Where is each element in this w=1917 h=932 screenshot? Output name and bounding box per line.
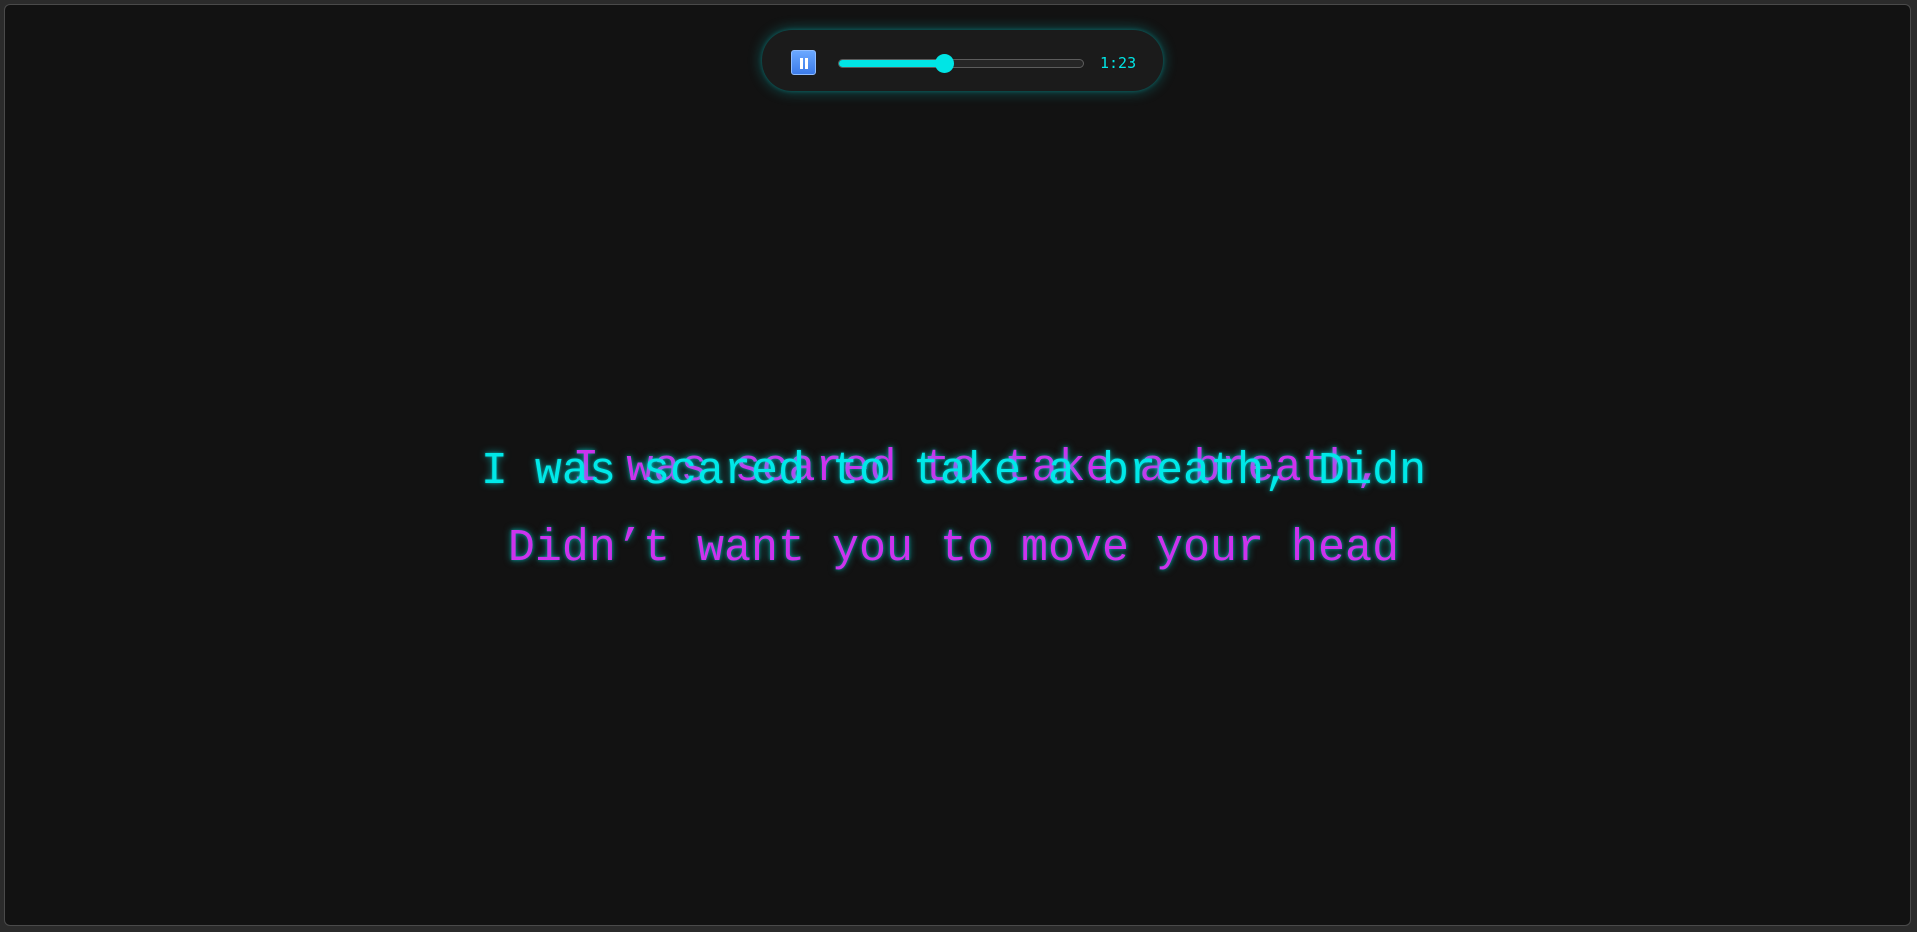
lyric-line-current: I was scared to take a breath, Didn <box>480 446 1427 497</box>
lyric-line-next: Didn’t want you to move your head <box>507 523 1400 574</box>
lyrics-display: I was scared to take a breath, I was sca… <box>5 5 1910 925</box>
app-window: 1:23 I was scared to take a breath, I wa… <box>4 4 1911 926</box>
